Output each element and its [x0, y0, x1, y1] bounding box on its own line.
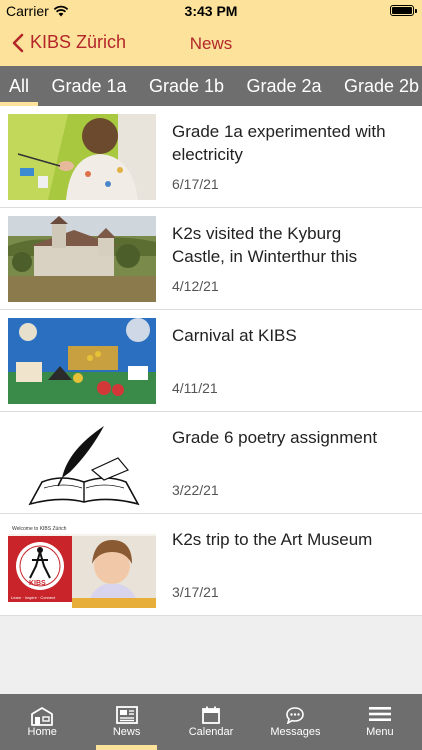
- news-date: 4/11/21: [172, 380, 218, 396]
- tab-messages[interactable]: Messages: [253, 694, 337, 750]
- tab-all[interactable]: All: [0, 66, 39, 106]
- news-date: 6/17/21: [172, 176, 219, 192]
- banner-welcome-text: Welcome to KIBS Zürich: [12, 526, 67, 532]
- news-item[interactable]: Carnival at KIBS 4/11/21: [0, 310, 422, 412]
- carnival-artwork-photo: [8, 318, 156, 404]
- page-title: News: [189, 34, 233, 53]
- tab-calendar[interactable]: Calendar: [169, 694, 253, 750]
- castle-photo: [8, 216, 156, 302]
- tab-news-label: News: [112, 726, 141, 738]
- news-headline: Carnival at KIBS: [172, 326, 297, 345]
- news-headline: K2s trip to the Art Museum: [172, 530, 373, 549]
- calendar-icon: [202, 706, 220, 724]
- tab-home-label: Home: [27, 726, 57, 738]
- tab-menu-label: Menu: [366, 726, 394, 738]
- news-list: Grade 1a experimented with electricity 6…: [0, 106, 422, 616]
- battery-icon: [390, 5, 417, 16]
- menu-icon: [368, 707, 391, 721]
- tab-menu[interactable]: Menu: [338, 694, 422, 750]
- news-date: 4/12/21: [172, 278, 219, 294]
- tab-home[interactable]: Home: [0, 694, 84, 750]
- kibs-welcome-banner: Welcome to KIBS Zürich KIBS Learn · Insp…: [8, 522, 156, 608]
- news-item[interactable]: K2s visited the Kyburg Castle, in Winter…: [0, 208, 422, 310]
- tab-news[interactable]: News: [84, 694, 168, 750]
- child-experiment-photo: [8, 114, 156, 200]
- navigation-bar: KIBS Zürich News: [0, 22, 422, 66]
- news-headline: Grade 6 poetry assignment: [172, 428, 378, 447]
- tab-grade-2b[interactable]: Grade 2b: [335, 66, 422, 106]
- tab-messages-label: Messages: [270, 726, 321, 738]
- clock: 3:43 PM: [184, 3, 238, 19]
- news-item[interactable]: Grade 6 poetry assignment 3/22/21: [0, 412, 422, 514]
- news-icon: [115, 706, 138, 724]
- banner-tagline: Learn · Inspire · Connect: [11, 595, 56, 600]
- bottom-tab-bar: Home News Calendar Messages Menu: [0, 694, 422, 750]
- news-headline: K2s visited the Kyburg Castle, in Winter…: [172, 224, 358, 266]
- messages-icon: [286, 707, 305, 724]
- banner-logo-text: KIBS: [29, 580, 46, 587]
- news-item[interactable]: Welcome to KIBS Zürich KIBS Learn · Insp…: [0, 514, 422, 616]
- news-item[interactable]: Grade 1a experimented with electricity 6…: [0, 106, 422, 208]
- category-tabs: All Grade 1a Grade 1b Grade 2a Grade 2b: [0, 66, 422, 106]
- quill-book-drawing: [8, 420, 156, 506]
- tab-calendar-label: Calendar: [188, 726, 234, 738]
- home-icon: [31, 707, 54, 726]
- tab-grade-1a[interactable]: Grade 1a: [42, 66, 135, 106]
- tab-grade-2a[interactable]: Grade 2a: [238, 66, 331, 106]
- tab-grade-1b[interactable]: Grade 1b: [140, 66, 233, 106]
- news-headline: Grade 1a experimented with electricity: [172, 122, 386, 164]
- news-date: 3/22/21: [172, 482, 219, 498]
- status-bar: Carrier 3:43 PM: [0, 0, 422, 22]
- news-date: 3/17/21: [172, 584, 219, 600]
